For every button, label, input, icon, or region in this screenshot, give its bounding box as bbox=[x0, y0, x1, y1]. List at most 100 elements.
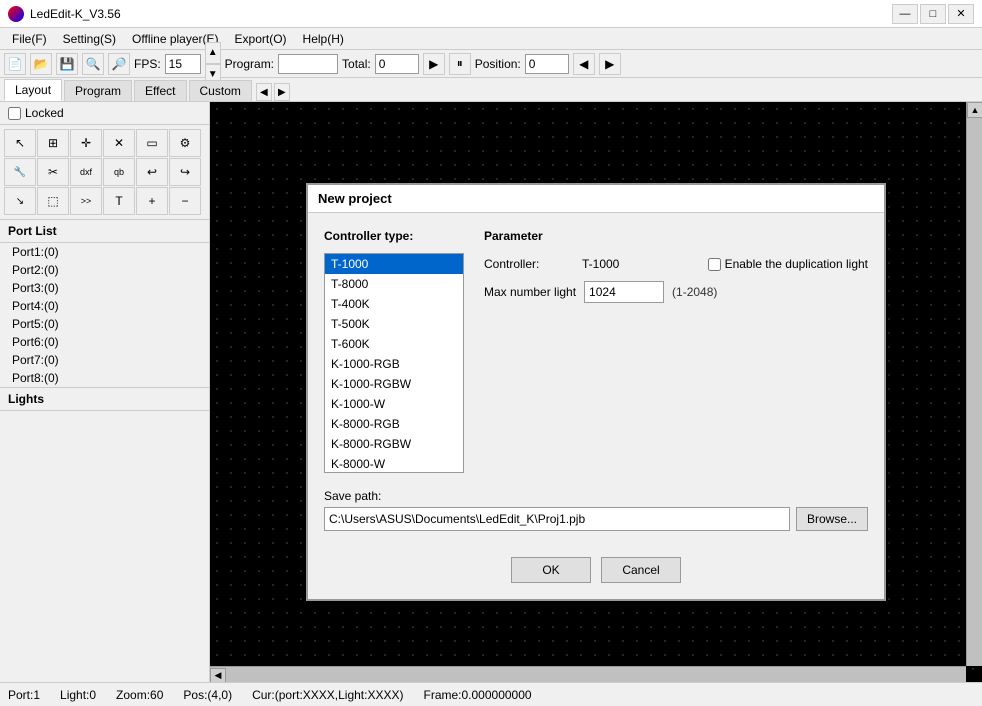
port-4[interactable]: Port4:(0) bbox=[0, 297, 209, 315]
dxf-tool[interactable]: dxf bbox=[70, 158, 102, 186]
tab-nav-right[interactable]: ▶ bbox=[274, 83, 290, 101]
fps-label: FPS: bbox=[134, 57, 161, 71]
tool15[interactable]: >> bbox=[70, 187, 102, 215]
max-number-input[interactable] bbox=[584, 281, 664, 303]
controller-k1000rgb[interactable]: K-1000-RGB bbox=[325, 354, 463, 374]
port-list: Port List Port1:(0) Port2:(0) Port3:(0) … bbox=[0, 220, 209, 387]
max-number-label: Max number light bbox=[484, 285, 576, 299]
save-button[interactable]: 💾 bbox=[56, 53, 78, 75]
enable-duplication-checkbox[interactable] bbox=[708, 258, 721, 271]
wrench-tool[interactable]: 🔧 bbox=[4, 158, 36, 186]
app-icon bbox=[8, 6, 24, 22]
port-8[interactable]: Port8:(0) bbox=[0, 369, 209, 387]
maximize-button[interactable]: □ bbox=[920, 4, 946, 24]
select-tool[interactable]: ↖ bbox=[4, 129, 36, 157]
port-2[interactable]: Port2:(0) bbox=[0, 261, 209, 279]
position-input[interactable] bbox=[525, 54, 569, 74]
controller-k1000w[interactable]: K-1000-W bbox=[325, 394, 463, 414]
controller-k8000rgbw[interactable]: K-8000-RGBW bbox=[325, 434, 463, 454]
new-button[interactable]: 📄 bbox=[4, 53, 26, 75]
title-bar-left: LedEdit-K_V3.56 bbox=[8, 6, 121, 22]
tab-effect[interactable]: Effect bbox=[134, 80, 186, 101]
save-path-input[interactable] bbox=[324, 507, 790, 531]
redo-tool[interactable]: ↪ bbox=[169, 158, 201, 186]
controller-row: Controller: T-1000 Enable the duplicatio… bbox=[484, 257, 868, 271]
fps-up-button[interactable]: ▲ bbox=[205, 42, 221, 64]
port-5[interactable]: Port5:(0) bbox=[0, 315, 209, 333]
horizontal-scrollbar[interactable]: ◀ bbox=[210, 666, 966, 682]
port-7[interactable]: Port7:(0) bbox=[0, 351, 209, 369]
program-label: Program: bbox=[225, 57, 274, 71]
locked-row: Locked bbox=[0, 102, 209, 125]
port-1[interactable]: Port1:(0) bbox=[0, 243, 209, 261]
menu-export[interactable]: Export(O) bbox=[227, 30, 295, 48]
port-6[interactable]: Port6:(0) bbox=[0, 333, 209, 351]
cancel-button[interactable]: Cancel bbox=[601, 557, 681, 583]
settings-tool[interactable]: ⚙ bbox=[169, 129, 201, 157]
menu-help[interactable]: Help(H) bbox=[295, 30, 352, 48]
program-input[interactable] bbox=[278, 54, 338, 74]
tool14[interactable]: ⬚ bbox=[37, 187, 69, 215]
status-bar: Port:1 Light:0 Zoom:60 Pos:(4,0) Cur:(po… bbox=[0, 682, 982, 706]
max-number-row: Max number light (1-2048) bbox=[484, 281, 868, 303]
pause-button[interactable]: ⏸ bbox=[449, 53, 471, 75]
dialog-footer: OK Cancel bbox=[308, 547, 884, 599]
controller-t8000[interactable]: T-8000 bbox=[325, 274, 463, 294]
locked-checkbox[interactable] bbox=[8, 107, 21, 120]
cut-tool[interactable]: ✂ bbox=[37, 158, 69, 186]
toolbar: 📄 📂 💾 🔍 🔎 FPS: ▲ ▼ Program: Total: ▶ ⏸ P… bbox=[0, 50, 982, 78]
play-button[interactable]: ▶ bbox=[423, 53, 445, 75]
plus-tool[interactable]: + bbox=[136, 187, 168, 215]
controller-param-label: Controller: bbox=[484, 257, 574, 271]
prev-button[interactable]: ◀ bbox=[573, 53, 595, 75]
next-button[interactable]: ▶ bbox=[599, 53, 621, 75]
controller-t1000[interactable]: T-1000 bbox=[325, 254, 463, 274]
menu-setting[interactable]: Setting(S) bbox=[55, 30, 124, 48]
total-label: Total: bbox=[342, 57, 371, 71]
undo-tool[interactable]: ↩ bbox=[136, 158, 168, 186]
search-button[interactable]: 🔍 bbox=[82, 53, 104, 75]
vertical-scrollbar[interactable]: ▲ bbox=[966, 102, 982, 666]
tool13[interactable]: ↘ bbox=[4, 187, 36, 215]
status-cur: Cur:(port:XXXX,Light:XXXX) bbox=[252, 688, 403, 702]
title-bar: LedEdit-K_V3.56 — □ ✕ bbox=[0, 0, 982, 28]
controller-k8000rgb[interactable]: K-8000-RGB bbox=[325, 414, 463, 434]
add-tool[interactable]: ✛ bbox=[70, 129, 102, 157]
menu-file[interactable]: File(F) bbox=[4, 30, 55, 48]
tab-program[interactable]: Program bbox=[64, 80, 132, 101]
tab-layout[interactable]: Layout bbox=[4, 79, 62, 101]
enable-dup-row: Enable the duplication light bbox=[708, 257, 868, 271]
controller-t400k[interactable]: T-400K bbox=[325, 294, 463, 314]
controller-t600k[interactable]: T-600K bbox=[325, 334, 463, 354]
qb-tool[interactable]: qb bbox=[103, 158, 135, 186]
grid-tool[interactable]: ⊞ bbox=[37, 129, 69, 157]
tabs-bar: Layout Program Effect Custom ◀ ▶ bbox=[0, 78, 982, 102]
minimize-button[interactable]: — bbox=[892, 4, 918, 24]
zoom-button[interactable]: 🔎 bbox=[108, 53, 130, 75]
text-tool[interactable]: T bbox=[103, 187, 135, 215]
delete-tool[interactable]: ✕ bbox=[103, 129, 135, 157]
controller-k1000rgbw[interactable]: K-1000-RGBW bbox=[325, 374, 463, 394]
close-button[interactable]: ✕ bbox=[948, 4, 974, 24]
save-path-input-row: Browse... bbox=[324, 507, 868, 531]
save-path-label: Save path: bbox=[324, 489, 868, 503]
open-button[interactable]: 📂 bbox=[30, 53, 52, 75]
minus-tool[interactable]: − bbox=[169, 187, 201, 215]
controller-k8000w[interactable]: K-8000-W bbox=[325, 454, 463, 473]
dialog-two-col: Controller type: T-1000 T-8000 T-400K T-… bbox=[324, 229, 868, 473]
save-path-row: Save path: Browse... bbox=[324, 489, 868, 531]
port-3[interactable]: Port3:(0) bbox=[0, 279, 209, 297]
scroll-up-arrow[interactable]: ▲ bbox=[967, 102, 982, 118]
ok-button[interactable]: OK bbox=[511, 557, 591, 583]
enable-duplication-label: Enable the duplication light bbox=[725, 257, 868, 271]
rect-tool[interactable]: ▭ bbox=[136, 129, 168, 157]
total-input[interactable] bbox=[375, 54, 419, 74]
tab-nav-left[interactable]: ◀ bbox=[256, 83, 272, 101]
controller-t500k[interactable]: T-500K bbox=[325, 314, 463, 334]
tab-custom[interactable]: Custom bbox=[189, 80, 252, 101]
controller-list[interactable]: T-1000 T-8000 T-400K T-500K T-600K K-100… bbox=[324, 253, 464, 473]
scroll-left-arrow[interactable]: ◀ bbox=[210, 668, 226, 683]
fps-input[interactable] bbox=[165, 54, 201, 74]
left-panel: Locked ↖ ⊞ ✛ ✕ ▭ ⚙ 🔧 ✂ dxf qb ↩ ↪ ↘ ⬚ >>… bbox=[0, 102, 210, 682]
browse-button[interactable]: Browse... bbox=[796, 507, 868, 531]
